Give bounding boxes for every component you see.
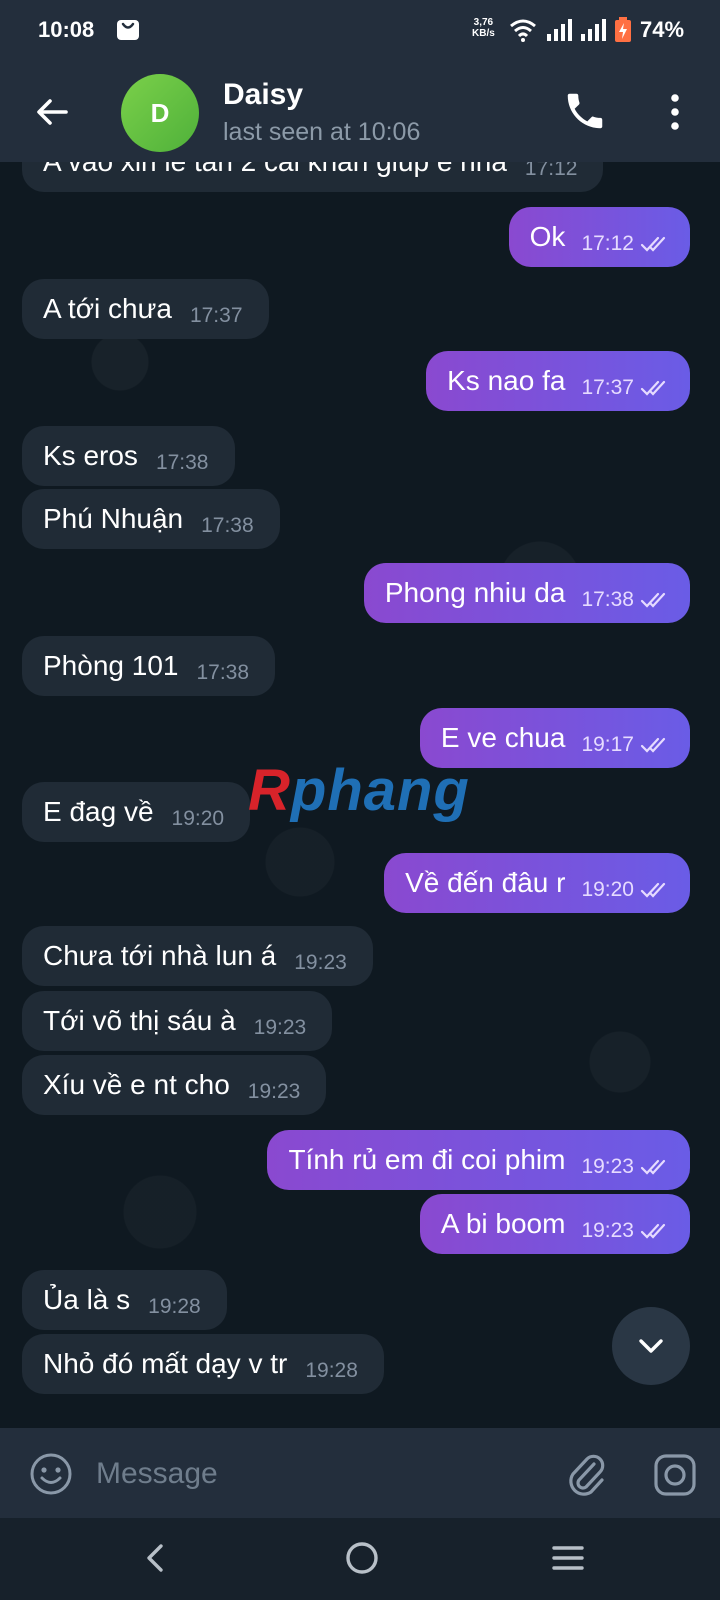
- message-time: 19:17: [581, 733, 634, 756]
- read-receipt-icon: [640, 737, 666, 753]
- battery-percent: 74%: [640, 17, 685, 42]
- outgoing-message[interactable]: Tính rủ em đi coi phim 19:23: [267, 1130, 690, 1190]
- message-time: 17:12: [581, 232, 634, 255]
- scroll-to-bottom-button[interactable]: [612, 1307, 690, 1385]
- incoming-message[interactable]: E đag về 19:20: [22, 782, 251, 842]
- message-text: Chưa tới nhà lun á: [43, 940, 277, 971]
- outgoing-message[interactable]: Về đến đâu r 19:20: [384, 853, 690, 913]
- message-text: Ks nao fa: [447, 365, 566, 396]
- outgoing-message[interactable]: A bi boom 19:23: [419, 1194, 690, 1254]
- message-time: 19:23: [247, 1080, 301, 1103]
- signal-icon-sim1: [547, 19, 572, 41]
- nav-home-icon[interactable]: [342, 1538, 382, 1578]
- incoming-message[interactable]: Phòng 101 17:38: [22, 636, 276, 696]
- read-receipt-icon: [640, 236, 666, 252]
- message-composer: [0, 1428, 720, 1518]
- read-receipt-icon: [640, 1223, 666, 1239]
- message-time: 19:23: [581, 1219, 634, 1242]
- message-text: Xíu về e nt cho: [43, 1069, 230, 1100]
- message-text: Phòng 101: [43, 650, 179, 681]
- message-text: Tới võ thị sáu à: [43, 1005, 236, 1036]
- incoming-message[interactable]: A tới chưa 17:37: [22, 279, 269, 339]
- back-arrow-icon[interactable]: [30, 90, 74, 134]
- wifi-icon: [510, 19, 536, 42]
- message-text: A vào xin lễ tân 2 cái khăn giúp e nha: [43, 162, 507, 178]
- watermark-first: R: [248, 758, 291, 823]
- message-time: 19:20: [171, 807, 225, 830]
- network-speed-unit: KB/s: [472, 28, 495, 39]
- message-text: A tới chưa: [43, 293, 172, 324]
- message-time: 19:28: [305, 1359, 358, 1382]
- read-receipt-icon: [640, 882, 666, 898]
- last-seen-status: last seen at 10:06: [223, 118, 421, 146]
- message-text: Ks eros: [43, 440, 138, 471]
- message-text: Ủa là s: [43, 1284, 131, 1315]
- contact-name[interactable]: Daisy: [223, 78, 303, 112]
- system-nav-bar: [0, 1518, 720, 1600]
- read-receipt-icon: [640, 1159, 666, 1175]
- incoming-message[interactable]: Ks eros 17:38: [22, 426, 235, 486]
- message-time: 17:38: [196, 661, 250, 684]
- chat-header: D Daisy last seen at 10:06: [0, 62, 720, 162]
- message-text: E ve chua: [440, 722, 566, 753]
- message-time: 17:37: [189, 304, 243, 327]
- message-time: 17:38: [581, 588, 634, 611]
- network-speed-value: 3,76: [473, 17, 494, 28]
- notification-bag-icon: [117, 20, 139, 40]
- emoji-icon[interactable]: [28, 1451, 74, 1497]
- watermark-logo: Rphang: [248, 757, 470, 824]
- outgoing-message[interactable]: Phong nhiu da 17:38: [363, 563, 690, 623]
- incoming-message[interactable]: Nhỏ đó mất dạy v tr 19:28: [22, 1334, 384, 1394]
- nav-back-icon[interactable]: [136, 1538, 176, 1578]
- message-text: A bi boom: [440, 1208, 566, 1239]
- incoming-message[interactable]: Ủa là s 19:28: [22, 1270, 227, 1330]
- message-time: 19:23: [253, 1016, 307, 1039]
- incoming-message[interactable]: Chưa tới nhà lun á 19:23: [22, 926, 373, 986]
- message-input[interactable]: [94, 1446, 528, 1502]
- incoming-message[interactable]: Phú Nhuận 17:38: [22, 489, 280, 549]
- phone-call-icon[interactable]: [562, 88, 608, 134]
- message-text: Tính rủ em đi coi phim: [288, 1144, 566, 1175]
- message-time: 19:20: [581, 878, 634, 901]
- incoming-message[interactable]: Tới võ thị sáu à 19:23: [22, 991, 333, 1051]
- message-time: 19:28: [148, 1295, 201, 1318]
- message-text: Về đến đâu r: [405, 867, 566, 898]
- read-receipt-icon: [640, 380, 666, 396]
- message-text: Phong nhiu da: [384, 577, 566, 608]
- camera-icon[interactable]: [652, 1452, 698, 1498]
- outgoing-message[interactable]: Ks nao fa 17:37: [426, 351, 690, 411]
- signal-icon-sim2: [581, 19, 606, 41]
- nav-recents-icon[interactable]: [548, 1538, 588, 1578]
- message-time: 19:23: [294, 951, 347, 974]
- watermark-rest: phang: [290, 758, 470, 823]
- paperclip-icon[interactable]: [564, 1450, 608, 1498]
- message-text: Nhỏ đó mất dạy v tr: [43, 1348, 288, 1379]
- status-time: 10:08: [38, 17, 95, 42]
- more-vert-icon[interactable]: [655, 90, 695, 134]
- message-text: E đag về: [43, 796, 154, 827]
- message-time: 17:38: [155, 451, 209, 474]
- chevron-down-icon: [639, 1339, 663, 1353]
- avatar-letter: D: [150, 97, 170, 128]
- status-bar: 10:08 3,76 KB/s 74%: [0, 0, 720, 62]
- message-time: 19:23: [581, 1155, 634, 1178]
- incoming-message[interactable]: Xíu về e nt cho 19:23: [22, 1055, 327, 1115]
- avatar[interactable]: D: [121, 74, 199, 152]
- message-time: 17:38: [201, 514, 254, 537]
- network-speed: 3,76 KB/s: [472, 17, 495, 39]
- message-list[interactable]: A vào xin lễ tân 2 cái khăn giúp e nha 17…: [0, 162, 720, 1428]
- incoming-message[interactable]: A vào xin lễ tân 2 cái khăn giúp e nha 17…: [22, 162, 604, 192]
- battery-charging-icon: [615, 17, 631, 42]
- message-time: 17:12: [524, 162, 578, 180]
- message-text: Ok: [529, 221, 566, 252]
- message-text: Phú Nhuận: [43, 503, 184, 534]
- message-time: 17:37: [581, 376, 634, 399]
- outgoing-message[interactable]: Ok 17:12: [508, 207, 690, 267]
- read-receipt-icon: [640, 592, 666, 608]
